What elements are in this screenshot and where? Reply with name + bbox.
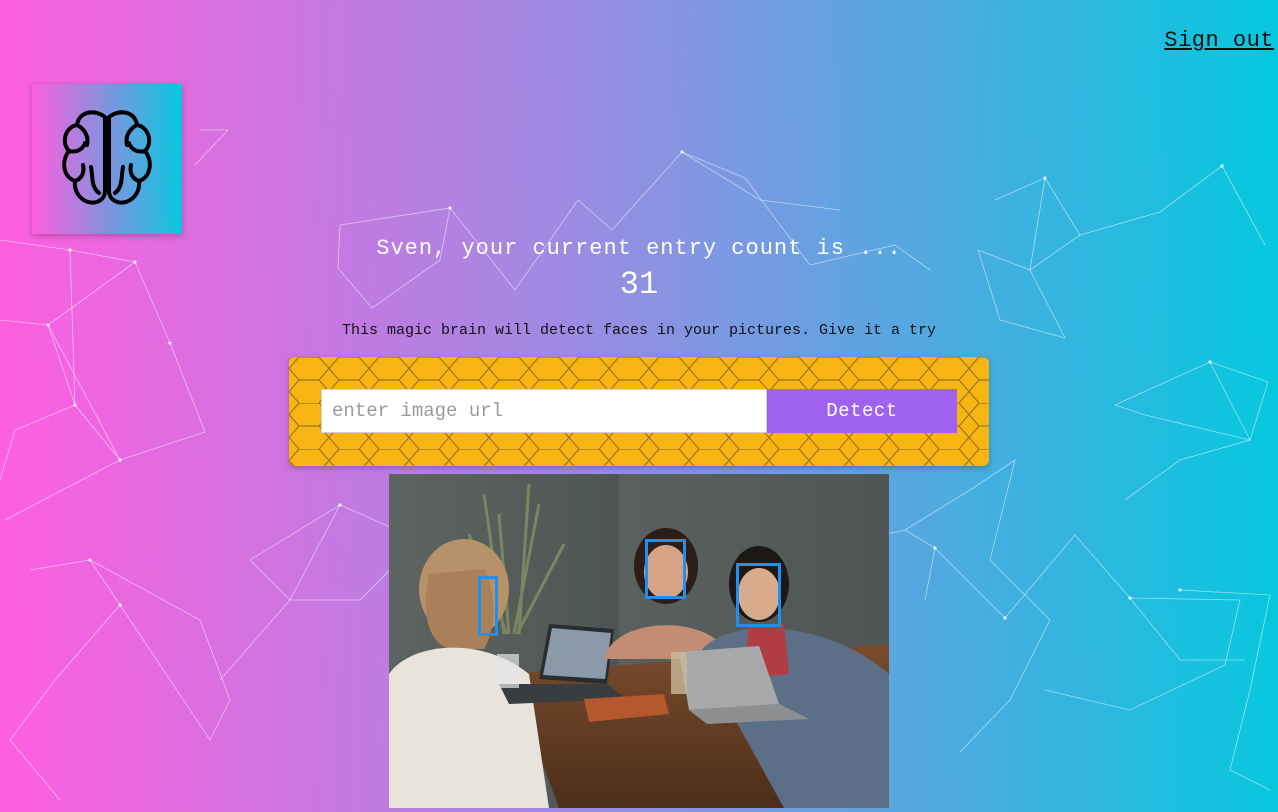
detect-button[interactable]: Detect [767,389,957,433]
face-bounding-box [645,539,686,599]
image-url-input[interactable] [321,389,767,433]
cafe-photo [389,474,889,808]
face-bounding-box [736,563,781,627]
entry-count-greeting: Sven, your current entry count is ... [376,236,902,261]
image-url-form: Detect [289,357,989,466]
sign-out-link[interactable]: Sign out [1164,28,1274,53]
result-image [389,474,889,808]
face-bounding-box [478,576,498,636]
entry-count-value: 31 [619,266,659,303]
logo [32,84,182,234]
tagline: This magic brain will detect faces in yo… [341,322,937,339]
brain-icon [62,110,152,205]
